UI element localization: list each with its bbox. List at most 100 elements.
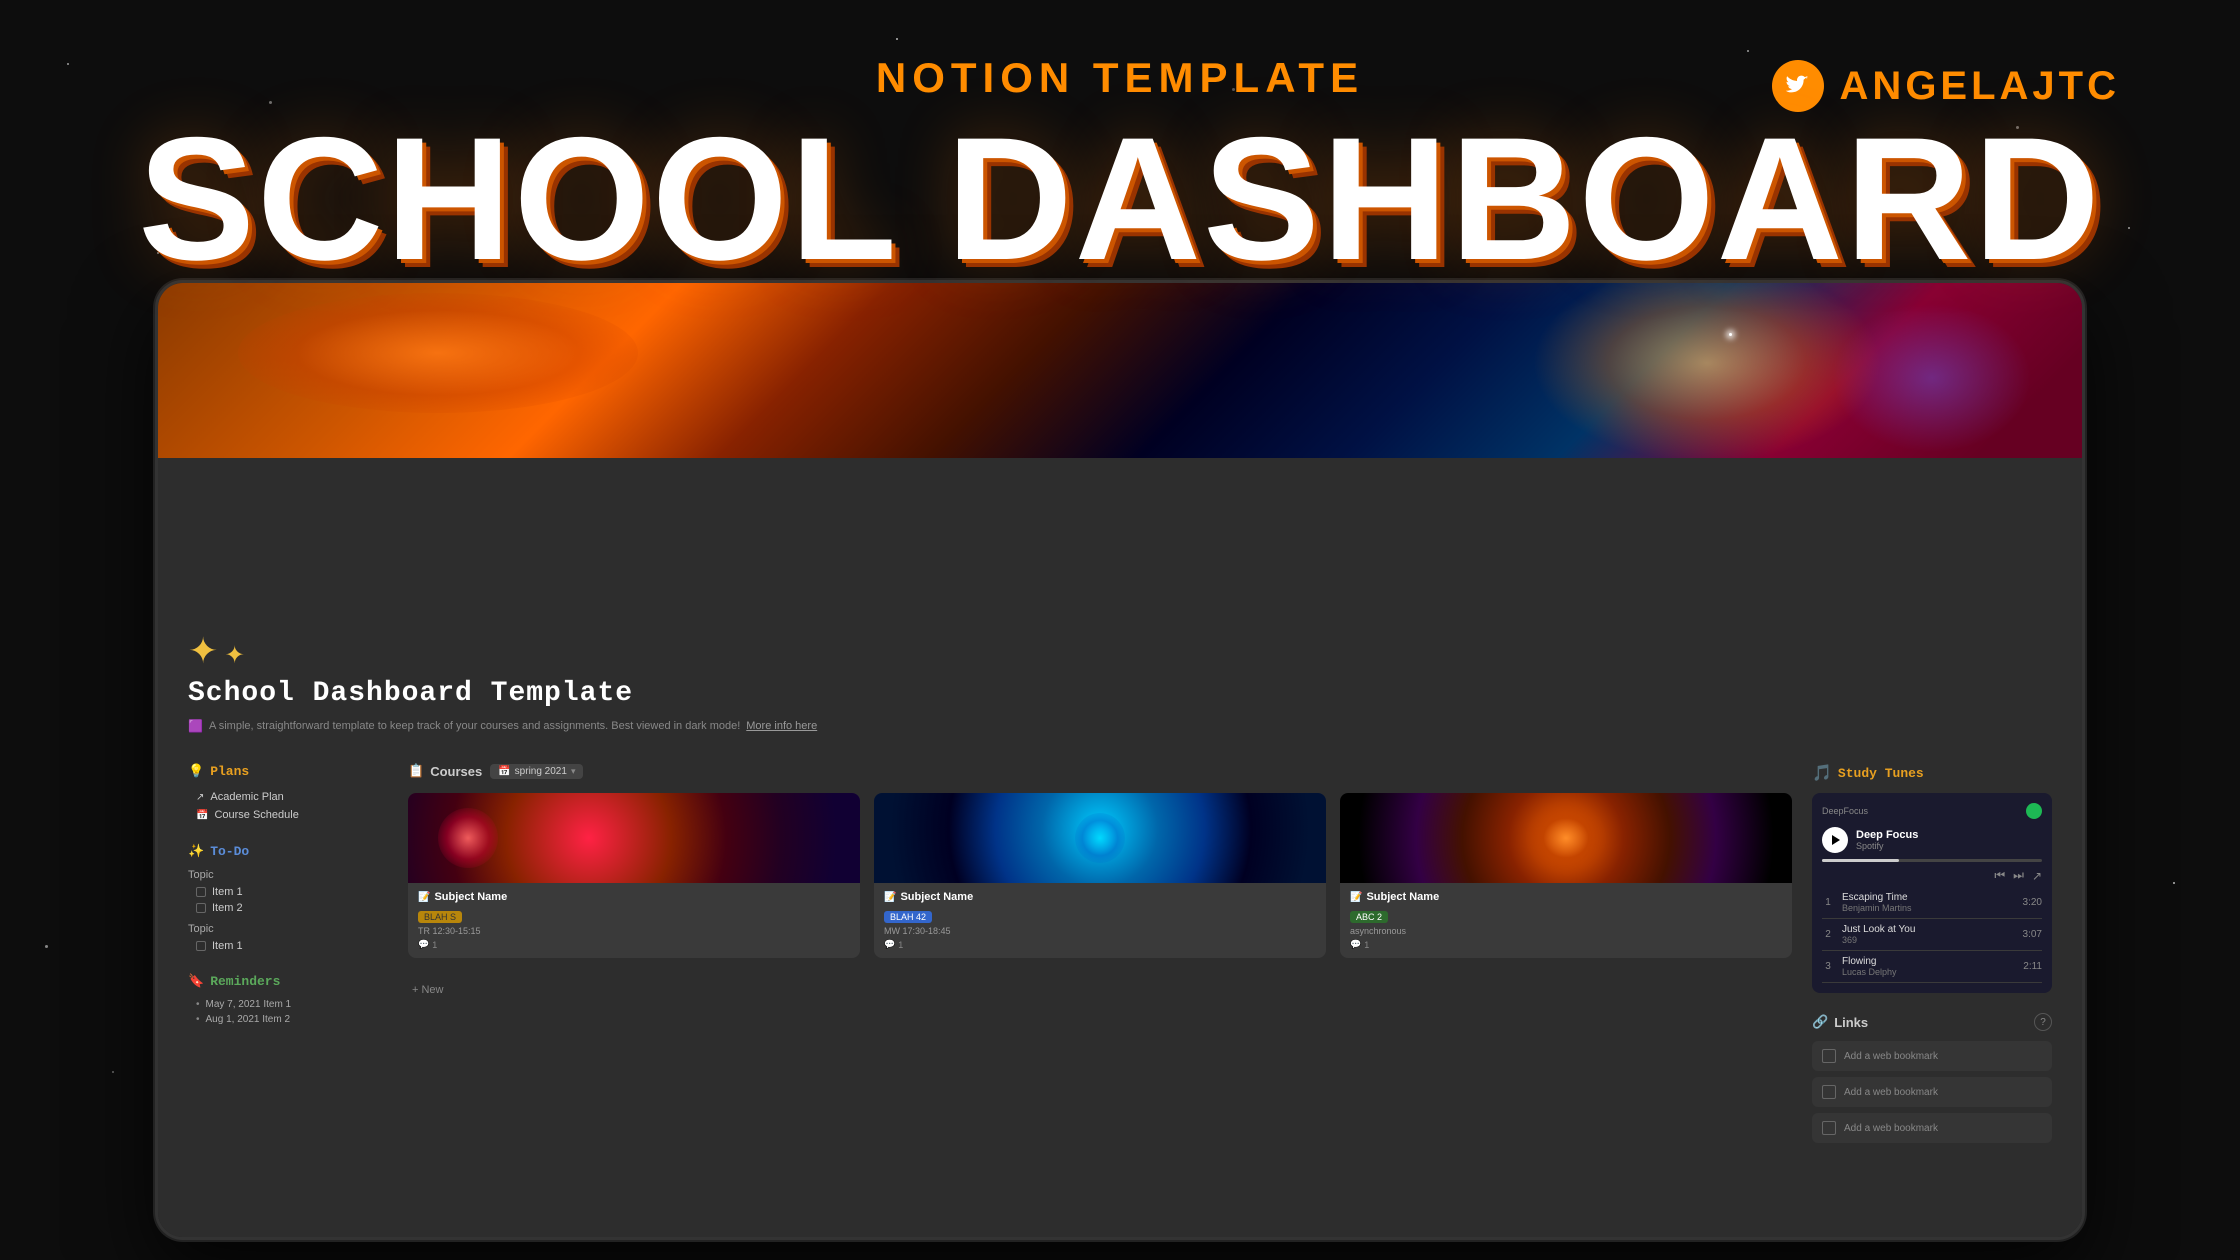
checkbox-2-1[interactable] — [196, 941, 206, 951]
reminder-1-text: May 7, 2021 Item 1 — [206, 999, 292, 1010]
todo-icon: ✨ — [188, 843, 204, 859]
todo-label-1-1: Item 1 — [212, 886, 243, 898]
plans-section-header: 💡 Plans — [188, 763, 388, 779]
course-1-tag: BLAH S — [418, 911, 462, 923]
notion-content: ✦ ✦ School Dashboard Template 🟪 A simple… — [158, 458, 2082, 1237]
school-dashboard-title: SCHOOL DASHBOARD — [138, 112, 2102, 287]
course-card-1-info: 📝 Subject Name BLAH S TR 12:30-15:15 💬1 — [408, 883, 860, 958]
course-card-3[interactable]: 📝 Subject Name ABC 2 asynchronous 💬1 — [1340, 793, 1792, 958]
course-3-time: asynchronous — [1350, 926, 1782, 936]
plans-title: Plans — [210, 764, 249, 779]
bookmark-1-icon — [1822, 1049, 1836, 1063]
links-title: 🔗 Links — [1812, 1014, 1868, 1030]
progress-bar[interactable] — [1822, 859, 2042, 862]
course-card-2-name: 📝 Subject Name — [884, 891, 1316, 903]
course-3-comments: 💬1 — [1350, 939, 1782, 950]
page-subtitle: 🟪 A simple, straightforward template to … — [188, 719, 2052, 733]
course-2-comments: 💬1 — [884, 939, 1316, 950]
todo-item-1-1[interactable]: Item 1 — [188, 885, 388, 899]
track-3-artist: Lucas Delphy — [1842, 967, 2015, 977]
plans-list: ↗ Academic Plan 📅 Course Schedule — [188, 789, 388, 823]
plans-icon: 💡 — [188, 763, 204, 779]
filter-label: spring 2021 — [515, 766, 567, 777]
reminder-1: • May 7, 2021 Item 1 — [188, 999, 388, 1010]
courses-icon: 📋 — [408, 763, 424, 779]
track-3-duration: 2:11 — [2023, 961, 2042, 972]
track-2-artist: 369 — [1842, 935, 2015, 945]
todo-item-1-2[interactable]: Item 2 — [188, 901, 388, 915]
bookmark-3-label: Add a web bookmark — [1844, 1123, 1938, 1134]
notion-page: ✦ ✦ School Dashboard Template 🟪 A simple… — [158, 283, 2082, 1237]
add-new-button[interactable]: + New — [408, 978, 1792, 1002]
help-button[interactable]: ? — [2034, 1013, 2052, 1031]
course-2-tag: BLAH 42 — [884, 911, 932, 923]
todo-title: To-Do — [210, 844, 249, 859]
track-item-2[interactable]: 2 Just Look at You 369 3:07 — [1822, 919, 2042, 951]
track-2-duration: 3:07 — [2023, 929, 2042, 940]
add-new-label: + New — [412, 984, 444, 996]
course-card-1[interactable]: 📝 Subject Name BLAH S TR 12:30-15:15 💬1 — [408, 793, 860, 958]
reminder-2-text: Aug 1, 2021 Item 2 — [206, 1014, 291, 1025]
left-column: 💡 Plans ↗ Academic Plan 📅 Course Schedul… — [188, 763, 388, 1227]
todo-item-2-1[interactable]: Item 1 — [188, 939, 388, 953]
track-3-details: Flowing Lucas Delphy — [1842, 956, 2015, 977]
bookmark-2-icon — [1822, 1085, 1836, 1099]
spotify-green-dot — [2026, 803, 2042, 819]
columns-area: 💡 Plans ↗ Academic Plan 📅 Course Schedul… — [188, 763, 2052, 1227]
course-1-name-text: Subject Name — [434, 891, 507, 903]
page-title: School Dashboard Template — [188, 678, 2052, 709]
track-3-num: 3 — [1822, 961, 1834, 972]
middle-column: 📋 Courses 📅 spring 2021 ▾ — [408, 763, 1792, 1227]
track-1-num: 1 — [1822, 897, 1834, 908]
course-card-3-image — [1340, 793, 1792, 883]
share-button[interactable]: ↗ — [2032, 869, 2042, 883]
courses-grid: 📝 Subject Name BLAH S TR 12:30-15:15 💬1 — [408, 793, 1792, 958]
bookmark-2[interactable]: Add a web bookmark — [1812, 1077, 2052, 1107]
right-column: 🎵 Study Tunes DeepFocus — [1812, 763, 2052, 1227]
plan-item-schedule[interactable]: 📅 Course Schedule — [188, 807, 388, 823]
todo-topic-2: Topic — [188, 923, 388, 935]
track-3-title: Flowing — [1842, 956, 2015, 967]
bookmark-3[interactable]: Add a web bookmark — [1812, 1113, 2052, 1143]
track-item-1[interactable]: 1 Escaping Time Benjamin Martins 3:20 — [1822, 887, 2042, 919]
links-icon: 🔗 — [1812, 1014, 1828, 1030]
academic-plan-icon: ↗ — [196, 792, 204, 803]
prev-button[interactable]: ⏮ — [1994, 868, 2005, 883]
filter-chevron: ▾ — [571, 766, 576, 777]
track-item-3[interactable]: 3 Flowing Lucas Delphy 2:11 — [1822, 951, 2042, 983]
todo-label-2-1: Item 1 — [212, 940, 243, 952]
page-subtitle-text: A simple, straightforward template to ke… — [209, 720, 740, 732]
course-1-comments: 💬1 — [418, 939, 850, 950]
reminders-section: 🔖 Reminders • May 7, 2021 Item 1 • Aug 1… — [188, 973, 388, 1025]
spotify-header: DeepFocus — [1822, 803, 2042, 819]
laptop-wrapper: ✦ ✦ School Dashboard Template 🟪 A simple… — [155, 280, 2085, 1240]
course-3-tag: ABC 2 — [1350, 911, 1388, 923]
now-playing-title: Deep Focus — [1856, 829, 1918, 841]
more-info-link[interactable]: More info here — [746, 720, 817, 732]
player-controls: ⏮ ⏭ ↗ — [1822, 868, 2042, 883]
course-1-time: TR 12:30-15:15 — [418, 926, 850, 936]
header-area: NOTION TEMPLATE SCHOOL DASHBOARD — [0, 0, 2240, 310]
course-card-2-info: 📝 Subject Name BLAH 42 MW 17:30-18:45 💬1 — [874, 883, 1326, 958]
page-title-area: School Dashboard Template 🟪 A simple, st… — [188, 678, 2052, 733]
next-button[interactable]: ⏭ — [2013, 868, 2024, 883]
play-button[interactable] — [1822, 827, 1848, 853]
course-1-emoji: 📝 — [418, 892, 430, 903]
course-card-3-info: 📝 Subject Name ABC 2 asynchronous 💬1 — [1340, 883, 1792, 958]
track-1-title: Escaping Time — [1842, 892, 2015, 903]
bookmark-1-label: Add a web bookmark — [1844, 1051, 1938, 1062]
plan-item-academic[interactable]: ↗ Academic Plan — [188, 789, 388, 805]
course-card-2[interactable]: 📝 Subject Name BLAH 42 MW 17:30-18:45 💬1 — [874, 793, 1326, 958]
course-card-3-name: 📝 Subject Name — [1350, 891, 1782, 903]
track-list: 1 Escaping Time Benjamin Martins 3:20 2 — [1822, 887, 2042, 983]
notion-template-label: NOTION TEMPLATE — [876, 54, 1364, 102]
study-tunes-icon: 🎵 — [1812, 763, 1832, 783]
checkbox-1-2[interactable] — [196, 903, 206, 913]
progress-bar-fill — [1822, 859, 1899, 862]
bookmark-1[interactable]: Add a web bookmark — [1812, 1041, 2052, 1071]
track-text-area: Deep Focus Spotify — [1856, 829, 1918, 851]
course-2-emoji: 📝 — [884, 892, 896, 903]
courses-filter[interactable]: 📅 spring 2021 ▾ — [490, 764, 583, 779]
checkbox-1-1[interactable] — [196, 887, 206, 897]
study-tunes-title: Study Tunes — [1838, 766, 1924, 781]
